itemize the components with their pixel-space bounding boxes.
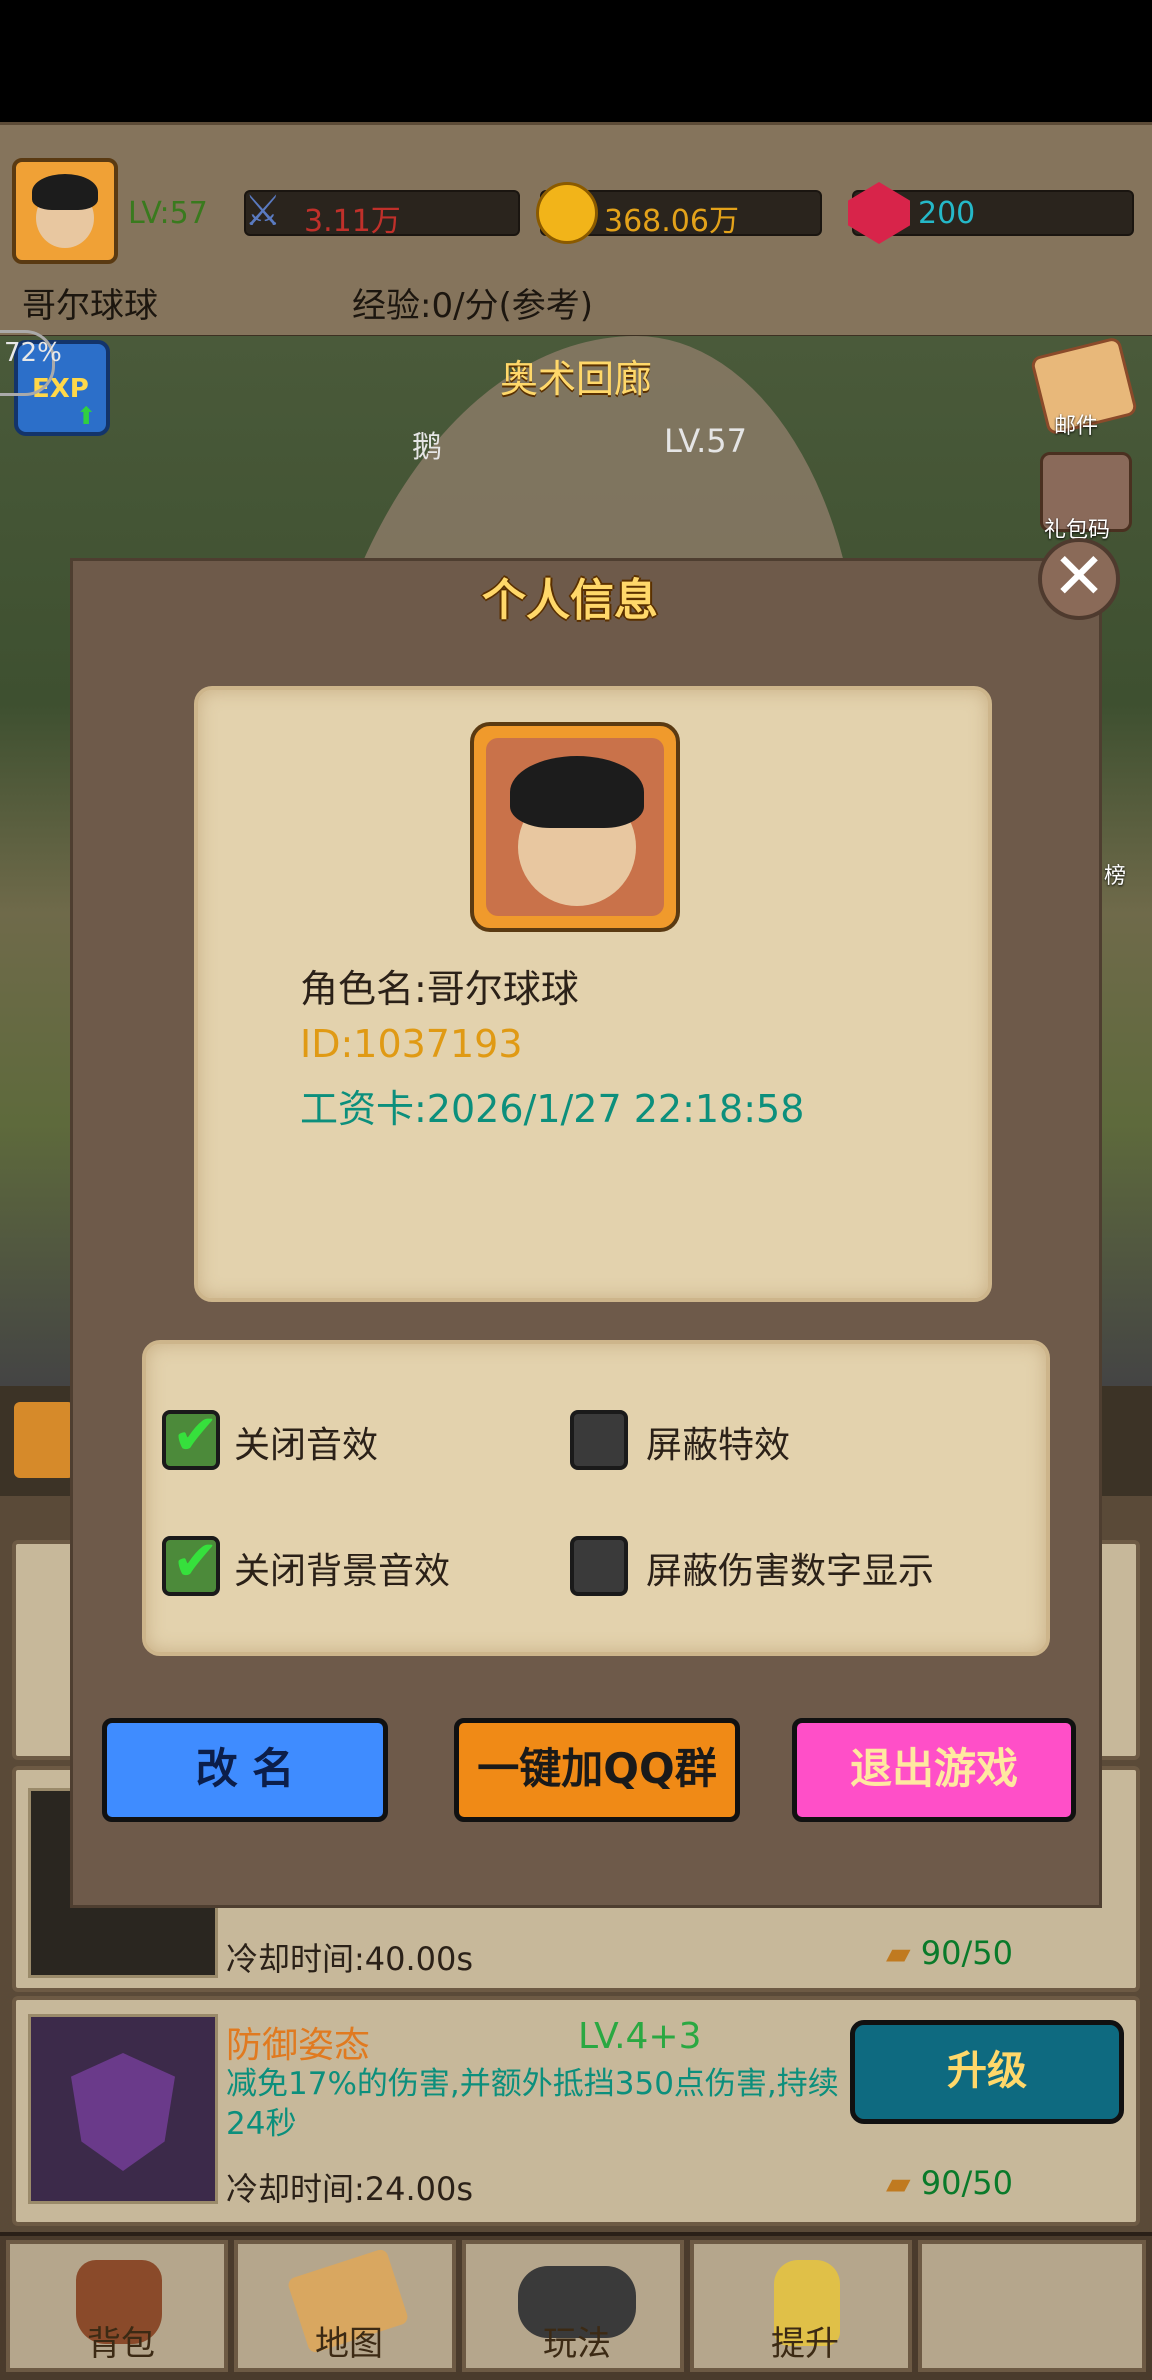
- checkbox-mute-sound[interactable]: ✔: [162, 1406, 220, 1470]
- wage-card: 工资卡:2026/1/27 22:18:58: [300, 1087, 805, 1131]
- checkbox-hide-effects[interactable]: [570, 1410, 628, 1470]
- modal-avatar: [470, 722, 680, 932]
- checkbox-hide-damage-numbers[interactable]: [570, 1536, 628, 1596]
- settings-panel: [142, 1340, 1050, 1656]
- checkmark-icon: ✔: [172, 1529, 219, 1594]
- label-mute-bgm: 关闭背景音效: [234, 1551, 451, 1592]
- player-id: ID:1037193: [300, 1022, 523, 1066]
- modal-title: 个人信息: [482, 575, 658, 626]
- rename-button[interactable]: 改 名: [102, 1718, 388, 1822]
- avatar-hair-large: [510, 756, 644, 828]
- status-bar: [0, 0, 1152, 122]
- exit-game-button[interactable]: 退出游戏: [792, 1718, 1076, 1822]
- label-hide-effects: 屏蔽特效: [646, 1425, 791, 1466]
- checkbox-mute-bgm[interactable]: ✔: [162, 1532, 220, 1596]
- label-mute-sound: 关闭音效: [234, 1425, 379, 1466]
- join-qq-group-button[interactable]: 一键加QQ群: [454, 1718, 740, 1822]
- role-name: 角色名:哥尔球球: [300, 967, 579, 1011]
- label-hide-damage-numbers: 屏蔽伤害数字显示: [646, 1551, 935, 1592]
- close-icon[interactable]: ✕: [1038, 538, 1120, 620]
- checkmark-icon: ✔: [172, 1403, 219, 1468]
